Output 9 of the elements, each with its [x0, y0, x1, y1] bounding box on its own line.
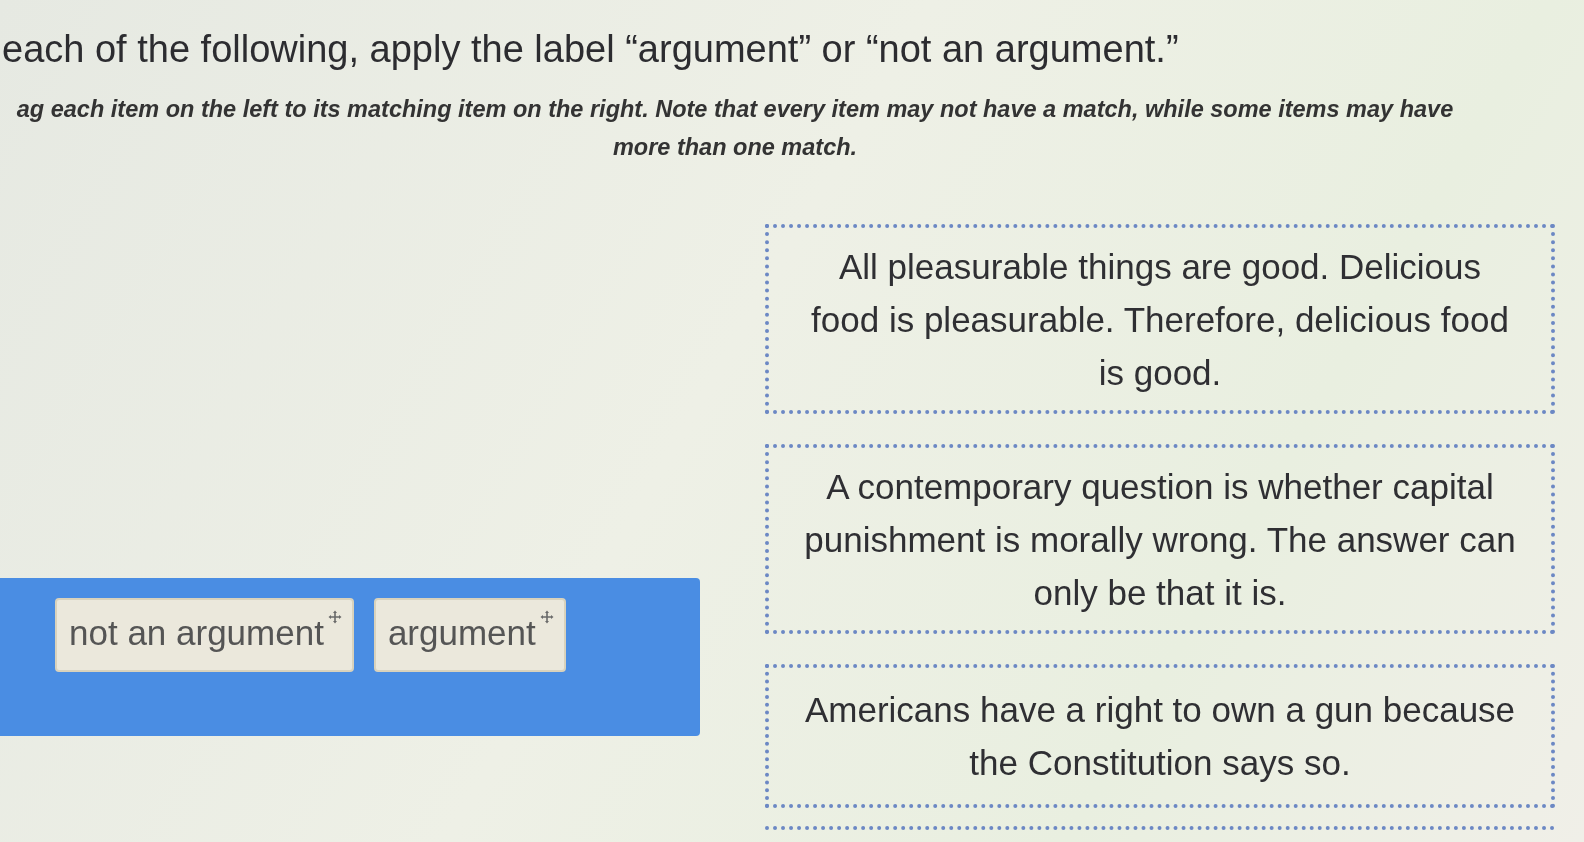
move-arrows-icon [539, 610, 554, 624]
question-title: each of the following, apply the label “argument” or “not an argument.” [1, 27, 1179, 72]
drop-target[interactable]: A contemporary question is whether capital punishment is morally wrong. The answer can only be that it is. [765, 444, 1555, 634]
drop-target[interactable]: Americans have a right to own a gun because the Constitution says so. [765, 664, 1555, 808]
draggable-choice[interactable]: not an argument [55, 598, 354, 672]
instructions-text: ag each item on the left to its matching item on the right. Note that every item may not have a match, while some items may have more than one match. [15, 95, 1455, 162]
drop-target[interactable]: All pleasurable things are good. Delicious food is pleasurable. Therefore, delicious food is good. [765, 224, 1555, 414]
draggable-choice[interactable]: argument [373, 598, 566, 672]
move-arrows-icon [327, 610, 342, 624]
